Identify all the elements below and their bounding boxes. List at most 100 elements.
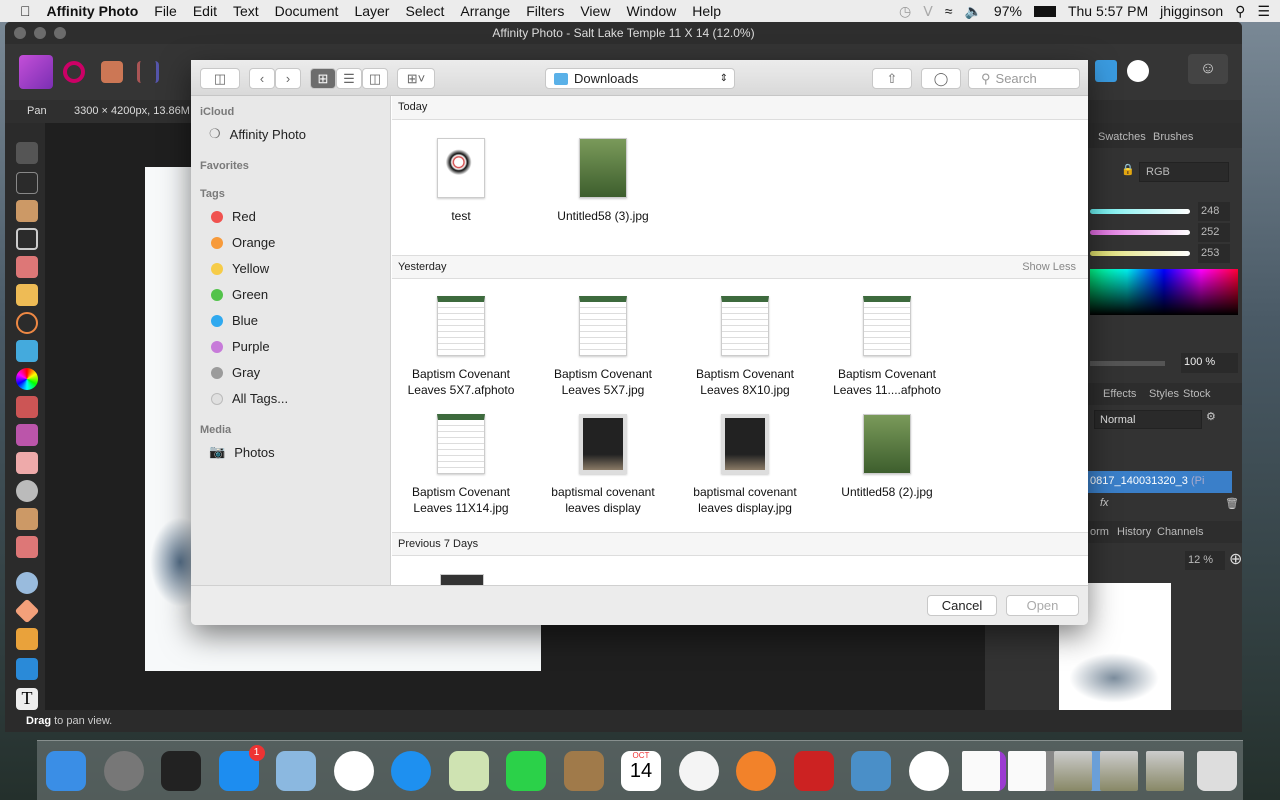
file-item[interactable]: Baptism Covenant Leaves 5X7.afphoto <box>392 296 531 398</box>
search-input[interactable]: ⚲ Search <box>968 68 1080 89</box>
forward-button[interactable]: › <box>275 68 301 89</box>
menu-document[interactable]: Document <box>267 3 347 19</box>
photo-persona-icon[interactable] <box>19 55 53 89</box>
dock-chrome-icon[interactable] <box>333 751 374 791</box>
menu-text[interactable]: Text <box>225 3 267 19</box>
menu-window[interactable]: Window <box>618 3 684 19</box>
pen-tool-icon[interactable] <box>16 628 38 650</box>
menu-layer[interactable]: Layer <box>346 3 397 19</box>
sidebar-item-affinity-photo[interactable]: ❍ Affinity Photo <box>209 126 306 142</box>
blue-value[interactable]: 253 <box>1198 244 1230 263</box>
move-tool-icon[interactable] <box>16 172 38 194</box>
location-popup[interactable]: Downloads ⇕ <box>545 68 735 89</box>
sidebar-item-photos[interactable]: 📷 Photos <box>209 444 275 460</box>
menu-view[interactable]: View <box>572 3 618 19</box>
menu-file[interactable]: File <box>146 3 185 19</box>
sidebar-toggle-icon[interactable]: ◫ <box>200 68 240 89</box>
flood-fill-tool-icon[interactable] <box>16 340 38 362</box>
healing-tool-icon[interactable] <box>16 536 38 558</box>
dock-maps-icon[interactable] <box>448 751 489 791</box>
dock-ibooks-icon[interactable] <box>736 751 776 791</box>
dock-mission-control-icon[interactable] <box>161 751 201 791</box>
dock-safari-icon[interactable] <box>391 751 431 791</box>
color-replacement-tool-icon[interactable] <box>16 424 38 446</box>
back-button[interactable]: ‹ <box>249 68 275 89</box>
opacity-value[interactable]: 100 % <box>1181 353 1238 373</box>
dock-photos-icon[interactable] <box>908 751 949 791</box>
clone-tool-icon[interactable] <box>16 508 38 530</box>
dock-facetime-icon[interactable] <box>506 751 546 791</box>
dock-stack-photo2-icon[interactable] <box>1100 751 1138 791</box>
dock-stack-sketch-icon[interactable] <box>1008 751 1046 791</box>
tab-channels[interactable]: Channels <box>1157 526 1203 538</box>
minimize-button[interactable] <box>34 27 46 39</box>
green-value[interactable]: 252 <box>1198 223 1230 242</box>
red-slider[interactable] <box>1090 209 1190 214</box>
rectangle-tool-icon[interactable] <box>16 658 38 680</box>
erase-tool-icon[interactable] <box>16 452 38 474</box>
sidebar-tag-red[interactable]: Red <box>211 209 256 224</box>
time-machine-icon[interactable]: ◷ <box>899 3 911 20</box>
arrange-icon[interactable] <box>1095 60 1117 82</box>
file-item[interactable]: Baptism Covenant Leaves 11X14.jpg <box>392 414 531 516</box>
gear-icon[interactable]: ⚙ <box>1206 410 1216 423</box>
dock-itunes-icon[interactable] <box>678 751 719 791</box>
account-icon[interactable]: ☺ <box>1188 54 1228 84</box>
tab-history[interactable]: History <box>1117 526 1151 538</box>
navigator-zoom[interactable]: 12 % <box>1185 551 1225 570</box>
sidebar-tag-purple[interactable]: Purple <box>211 339 270 354</box>
user-name[interactable]: jhigginson <box>1160 3 1223 19</box>
cancel-button[interactable]: Cancel <box>927 595 997 616</box>
gradient-tool-icon[interactable] <box>16 368 38 390</box>
blend-mode-select[interactable]: Normal <box>1094 410 1202 429</box>
fx-icon[interactable]: fx <box>1100 497 1109 509</box>
file-item[interactable]: Untitled58 (2).jpg <box>817 414 957 500</box>
file-item[interactable]: baptismal covenant leaves display <box>533 414 673 516</box>
dock-mail-icon[interactable] <box>276 751 316 791</box>
tone-mapping-persona-icon[interactable] <box>137 61 159 83</box>
trash-icon[interactable]: 🗑 <box>1225 497 1239 510</box>
dock-contacts-icon[interactable] <box>563 751 604 791</box>
close-button[interactable] <box>14 27 26 39</box>
crop-tool-icon[interactable] <box>16 228 38 250</box>
open-button[interactable]: Open <box>1006 595 1079 616</box>
develop-persona-icon[interactable] <box>101 61 123 83</box>
color-spectrum[interactable] <box>1090 269 1238 315</box>
red-value[interactable]: 248 <box>1198 202 1230 221</box>
tab-stock[interactable]: Stock <box>1183 388 1211 400</box>
paint-brush-tool-icon[interactable] <box>16 396 38 418</box>
sidebar-tag-green[interactable]: Green <box>211 287 268 302</box>
dock-launchpad-icon[interactable] <box>103 751 144 791</box>
green-slider[interactable] <box>1090 230 1190 235</box>
blur-tool-icon[interactable] <box>16 572 38 594</box>
dock-stack-photo3-icon[interactable] <box>1146 751 1184 791</box>
bluetooth-icon[interactable]: ᐯ <box>923 3 933 20</box>
text-tool-icon[interactable]: T <box>16 688 38 710</box>
sidebar-tag-alltags[interactable]: All Tags... <box>211 391 288 406</box>
dock-preview-icon[interactable] <box>851 751 891 791</box>
file-thumbnail[interactable] <box>440 574 484 585</box>
file-item[interactable]: baptismal covenant leaves display.jpg <box>675 414 815 516</box>
menu-filters[interactable]: Filters <box>518 3 572 19</box>
spotlight-icon[interactable]: ⚲ <box>1235 3 1245 20</box>
tab-transform[interactable]: orm <box>1090 526 1109 538</box>
dock-calendar-icon[interactable]: OCT 14 <box>621 751 661 791</box>
share-button[interactable]: ⇧ <box>872 68 912 89</box>
selection-brush-tool-icon[interactable] <box>16 256 38 278</box>
menu-select[interactable]: Select <box>397 3 452 19</box>
opacity-slider[interactable] <box>1090 361 1165 366</box>
file-item[interactable]: Baptism Covenant Leaves 8X10.jpg <box>675 296 815 398</box>
flood-select-tool-icon[interactable] <box>16 284 38 306</box>
file-item[interactable]: Untitled58 (3).jpg <box>533 138 673 224</box>
notification-center-icon[interactable]: ☰ <box>1257 3 1270 20</box>
file-item[interactable]: Baptism Covenant Leaves 5X7.jpg <box>533 296 673 398</box>
battery-percent[interactable]: 97% <box>994 3 1022 19</box>
menu-edit[interactable]: Edit <box>185 3 225 19</box>
wifi-icon[interactable]: ≈ <box>945 3 953 19</box>
lock-icon[interactable]: 🔒 <box>1121 163 1138 180</box>
sidebar-tag-blue[interactable]: Blue <box>211 313 258 328</box>
sidebar-tag-orange[interactable]: Orange <box>211 235 275 250</box>
tab-swatches[interactable]: Swatches <box>1098 131 1146 143</box>
icon-view-button[interactable]: ⊞ <box>310 68 336 89</box>
liquify-persona-icon[interactable] <box>63 61 85 83</box>
